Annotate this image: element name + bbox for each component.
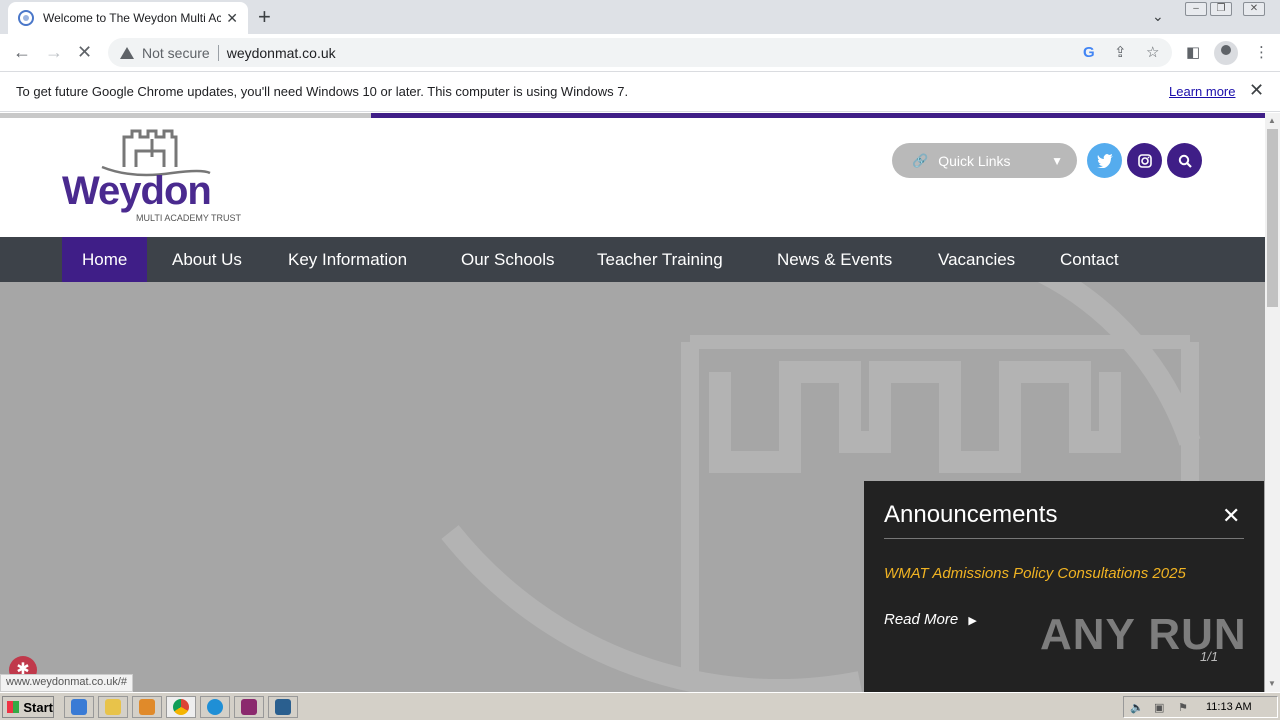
logo-subtitle: MULTI ACADEMY TRUST — [136, 213, 242, 223]
nav-home[interactable]: Home — [62, 237, 148, 282]
search-icon[interactable] — [1167, 143, 1202, 178]
new-tab-button[interactable]: + — [258, 6, 271, 28]
status-bar-url: www.weydonmat.co.uk/# — [0, 674, 134, 692]
close-icon[interactable]: ✕ — [1222, 505, 1240, 527]
link-icon: 🔗 — [912, 152, 929, 168]
twitter-icon[interactable] — [1087, 143, 1122, 178]
minimize-button[interactable]: – — [1185, 2, 1207, 16]
anyrun-watermark: ANY RUN — [1040, 610, 1247, 659]
restore-button[interactable]: ❐ — [1210, 2, 1232, 16]
menu-kebab-icon[interactable]: ⋮ — [1254, 44, 1269, 62]
nav-news-events[interactable]: News & Events — [757, 237, 912, 282]
app-window-icon[interactable] — [268, 696, 298, 718]
start-label: Start — [23, 699, 53, 715]
side-panel-icon[interactable]: ◧ — [1186, 44, 1200, 62]
chrome-icon[interactable] — [166, 696, 196, 718]
url-text[interactable]: weydonmat.co.uk — [227, 45, 336, 61]
loading-favicon-icon — [18, 10, 34, 26]
page-viewport: Weydon MULTI ACADEMY TRUST 🔗 Quick Links… — [0, 113, 1280, 692]
close-window-button[interactable]: ✕ — [1243, 2, 1265, 16]
scroll-up-arrow-icon[interactable]: ▲ — [1268, 116, 1276, 125]
clock[interactable]: 11:13 AM — [1206, 701, 1252, 713]
quick-links-label: Quick Links — [938, 152, 1011, 169]
address-bar[interactable]: Not secure weydonmat.co.uk — [108, 38, 1172, 67]
share-icon[interactable]: ⇪ — [1114, 44, 1127, 62]
caret-right-icon: ▶ — [968, 615, 977, 627]
stop-loading-icon[interactable]: ✕ — [77, 42, 92, 62]
scrollbar-thumb[interactable] — [1267, 129, 1278, 307]
read-more-label: Read More — [884, 611, 959, 628]
windows-flag-icon — [7, 701, 20, 713]
logo-wordmark: Weydon — [62, 169, 212, 213]
profile-avatar-icon[interactable] — [1214, 41, 1238, 65]
page-progress-bar — [0, 113, 1265, 118]
announcements-title: Announcements — [884, 501, 1058, 528]
browser-toolbar: ← → ✕ Not secure weydonmat.co.uk G ⇪ ☆ ◧… — [0, 34, 1280, 72]
quick-links-dropdown[interactable]: 🔗 Quick Links ▼ — [892, 143, 1077, 178]
instagram-icon[interactable] — [1127, 143, 1162, 178]
nav-our-schools[interactable]: Our Schools — [441, 237, 575, 282]
update-infobar: To get future Google Chrome updates, you… — [0, 72, 1280, 112]
media-player-icon[interactable] — [132, 696, 162, 718]
divider — [884, 538, 1244, 539]
read-more-link[interactable]: Read More ▶ — [884, 611, 977, 628]
chevron-down-icon: ▼ — [1051, 153, 1063, 168]
scroll-down-arrow-icon[interactable]: ▼ — [1268, 679, 1276, 688]
nav-key-information[interactable]: Key Information — [268, 237, 427, 282]
infobar-message: To get future Google Chrome updates, you… — [16, 84, 629, 99]
site-logo[interactable]: Weydon MULTI ACADEMY TRUST — [62, 127, 252, 227]
action-center-flag-icon[interactable]: ⚑ — [1178, 701, 1188, 714]
nav-teacher-training[interactable]: Teacher Training — [577, 237, 743, 282]
security-label[interactable]: Not secure — [142, 44, 219, 61]
file-explorer-icon[interactable] — [98, 696, 128, 718]
main-navigation: Home About Us Key Information Our School… — [0, 237, 1265, 282]
warning-triangle-icon — [120, 46, 134, 59]
network-icon[interactable]: ▣ — [1154, 701, 1164, 714]
nav-vacancies[interactable]: Vacancies — [918, 237, 1035, 282]
tab-title: Welcome to The Weydon Multi Academy Trus… — [43, 11, 221, 25]
announcements-panel: Announcements ✕ WMAT Admissions Policy C… — [864, 481, 1264, 692]
start-button[interactable]: Start — [2, 696, 54, 718]
forward-arrow-icon[interactable]: → — [45, 42, 63, 62]
volume-icon[interactable]: 🔈 — [1130, 701, 1144, 714]
winrar-icon[interactable] — [234, 696, 264, 718]
bookmark-star-icon[interactable]: ☆ — [1146, 44, 1159, 62]
learn-more-link[interactable]: Learn more — [1169, 84, 1235, 99]
infobar-close-icon[interactable]: ✕ — [1249, 81, 1264, 99]
system-tray: 🔈 ▣ ⚑ 11:13 AM — [1123, 696, 1278, 718]
page-scrollbar[interactable]: ▲ ▼ — [1265, 113, 1280, 692]
tab-close-icon[interactable]: ✕ — [226, 11, 238, 25]
internet-explorer-icon[interactable] — [64, 696, 94, 718]
tab-strip: Welcome to The Weydon Multi Academy Trus… — [0, 0, 1280, 34]
back-arrow-icon[interactable]: ← — [13, 42, 31, 62]
nav-about-us[interactable]: About Us — [152, 237, 262, 282]
nav-contact[interactable]: Contact — [1040, 237, 1139, 282]
google-translate-icon[interactable]: G — [1083, 44, 1095, 62]
announcement-link[interactable]: WMAT Admissions Policy Consultations 202… — [884, 565, 1186, 582]
edge-icon[interactable] — [200, 696, 230, 718]
windows-taskbar: Start 🔈 ▣ ⚑ 11:13 AM — [0, 692, 1280, 720]
tab-search-chevron-icon[interactable]: ⌄ — [1152, 8, 1164, 25]
browser-tab[interactable]: Welcome to The Weydon Multi Academy Trus… — [8, 2, 248, 34]
